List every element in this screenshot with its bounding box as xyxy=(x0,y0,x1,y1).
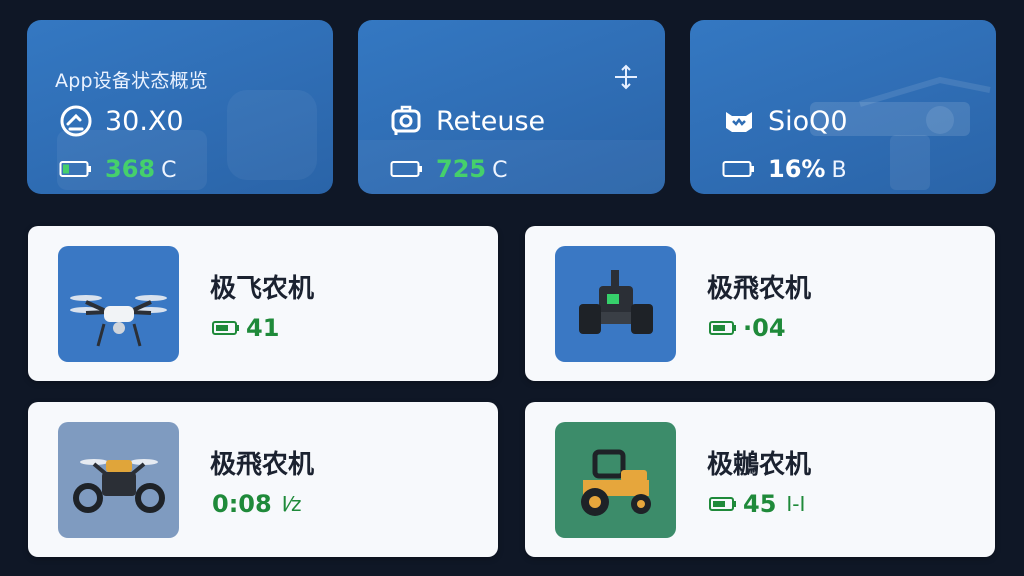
tractor-icon xyxy=(581,449,651,516)
speedometer-icon xyxy=(59,104,93,138)
status-primary-value: SioQ0 xyxy=(768,105,848,137)
status-row-primary: Reteuse xyxy=(390,104,545,138)
drone-icon xyxy=(70,295,167,347)
device-battery: 41 xyxy=(212,314,289,342)
status-primary-value: Reteuse xyxy=(436,105,546,137)
status-card-camera[interactable]: Reteuse 725 C xyxy=(358,20,665,194)
battery-value: 41 xyxy=(246,314,280,342)
device-card[interactable]: 极飛农机 ·04 xyxy=(525,226,995,381)
battery-value: 0:08 xyxy=(212,490,272,518)
status-card-robot[interactable]: SioQ0 16% B xyxy=(690,20,996,194)
battery-value: 368 xyxy=(105,155,156,183)
battery-icon xyxy=(722,152,756,186)
device-thumbnail xyxy=(555,246,676,362)
battery-icon xyxy=(390,152,424,186)
device-thumbnail xyxy=(555,422,676,538)
robot-tractor-icon xyxy=(579,270,653,334)
battery-unit: B xyxy=(831,158,847,183)
device-card[interactable]: 极鶒农机 45 I-I xyxy=(525,402,995,557)
battery-row: 368 C xyxy=(59,152,176,186)
battery-unit: I⁄z xyxy=(281,492,302,516)
status-row-primary: 30.X0 xyxy=(59,104,184,138)
status-primary-value: 30.X0 xyxy=(105,105,184,137)
battery-row: 725 C xyxy=(390,152,507,186)
battery-value: 16% xyxy=(768,155,826,183)
device-name: 极飞农机 xyxy=(210,274,315,304)
device-thumbnail xyxy=(58,422,179,538)
device-battery: 0:08 I⁄z xyxy=(212,490,301,518)
battery-unit: I-I xyxy=(786,492,806,516)
battery-icon xyxy=(709,497,736,511)
battery-unit: C xyxy=(161,158,177,183)
status-row-primary: SioQ0 xyxy=(722,104,848,138)
device-thumbnail xyxy=(58,246,179,362)
device-card[interactable]: 极飞农机 41 xyxy=(28,226,498,381)
move-arrows-icon[interactable] xyxy=(613,64,639,94)
device-card[interactable]: 极飛农机 0:08 I⁄z xyxy=(28,402,498,557)
robot-icon xyxy=(722,104,756,138)
battery-icon xyxy=(59,152,93,186)
overview-title: App设备状态概览 xyxy=(55,70,208,92)
device-battery: 45 I-I xyxy=(709,490,805,518)
status-card-overview[interactable]: App设备状态概览 30.X0 368 C xyxy=(27,20,333,194)
battery-icon xyxy=(212,321,239,335)
battery-value: 45 xyxy=(743,490,777,518)
drone-rover-icon xyxy=(73,459,165,513)
battery-value: 725 xyxy=(436,155,487,183)
dashboard: App设备状态概览 30.X0 368 C Reteuse 725 C SioQ… xyxy=(0,0,1024,576)
device-name: 极飛农机 xyxy=(210,450,315,480)
battery-value: ·04 xyxy=(743,314,786,342)
device-battery: ·04 xyxy=(709,314,796,342)
camera-icon xyxy=(390,104,424,138)
battery-icon xyxy=(709,321,736,335)
device-name: 极飛农机 xyxy=(707,274,812,304)
battery-row: 16% B xyxy=(722,152,847,186)
battery-unit: C xyxy=(492,158,508,183)
device-name: 极鶒农机 xyxy=(707,450,812,480)
